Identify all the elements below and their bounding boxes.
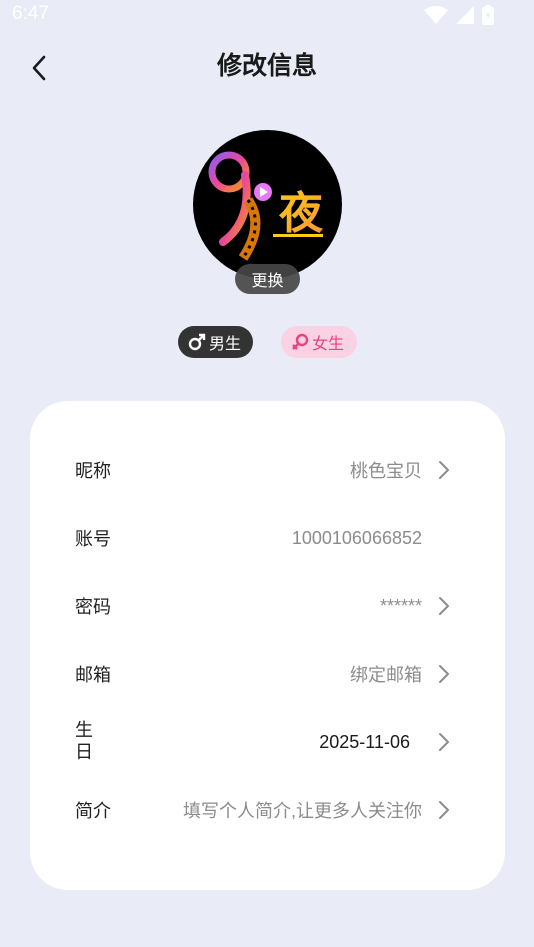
avatar-container[interactable]: 夜 — [193, 130, 342, 279]
birthday-label-line2: 日 — [75, 742, 93, 763]
account-value: 1000106066852 — [291, 527, 422, 548]
nickname-row[interactable]: 昵称 桃色宝贝 — [30, 436, 505, 504]
bio-row[interactable]: 简介 填写个人简介,让更多人关注你 — [30, 776, 505, 844]
gender-female-label: 女生 — [312, 334, 345, 353]
email-value: 绑定邮箱 — [350, 665, 422, 685]
male-symbol-icon — [188, 333, 206, 351]
status-bar: 6:47 — [0, 0, 534, 30]
gender-male-chip[interactable]: 男生 — [178, 326, 253, 358]
top-bar: 修改信息 — [0, 36, 534, 96]
email-row[interactable]: 邮箱 绑定邮箱 — [30, 640, 505, 708]
password-row[interactable]: 密码 ****** — [30, 572, 505, 640]
gender-male-label: 男生 — [209, 334, 242, 353]
app-logo-icon: 夜 — [208, 151, 324, 261]
status-icons — [424, 5, 494, 25]
birthday-row[interactable]: 生 日 2025-11-06 — [30, 708, 505, 776]
chevron-right-icon — [439, 597, 449, 615]
bio-label: 简介 — [75, 801, 111, 822]
page-title: 修改信息 — [216, 51, 317, 80]
nickname-label: 昵称 — [75, 461, 111, 482]
chevron-right-icon — [439, 733, 449, 751]
email-label: 邮箱 — [75, 665, 111, 686]
signal-icon — [456, 6, 474, 24]
logo-text: 夜 — [278, 188, 324, 239]
gender-female-chip[interactable]: 女生 — [281, 326, 357, 358]
status-time: 6:47 — [12, 3, 49, 24]
bio-value: 填写个人简介,让更多人关注你 — [183, 801, 422, 821]
birthday-label: 生 日 — [75, 708, 93, 776]
account-row: 账号 1000106066852 — [30, 504, 505, 572]
female-symbol-icon — [292, 333, 309, 350]
account-label: 账号 — [75, 529, 111, 550]
battery-icon — [482, 5, 494, 25]
wifi-icon — [424, 6, 448, 24]
change-avatar-button[interactable]: 更换 — [235, 264, 300, 294]
profile-card: 昵称 桃色宝贝 账号 1000106066852 密码 ****** 邮箱 绑定… — [30, 401, 505, 890]
nickname-value: 桃色宝贝 — [350, 461, 422, 481]
birthday-value: 2025-11-06 — [319, 731, 410, 752]
chevron-right-icon — [439, 801, 449, 819]
birthday-label-line1: 生 — [75, 720, 93, 741]
password-label: 密码 — [75, 597, 111, 618]
chevron-right-icon — [439, 665, 449, 683]
avatar[interactable]: 夜 — [193, 130, 342, 279]
password-value: ****** — [379, 595, 422, 616]
chevron-right-icon — [439, 461, 449, 479]
